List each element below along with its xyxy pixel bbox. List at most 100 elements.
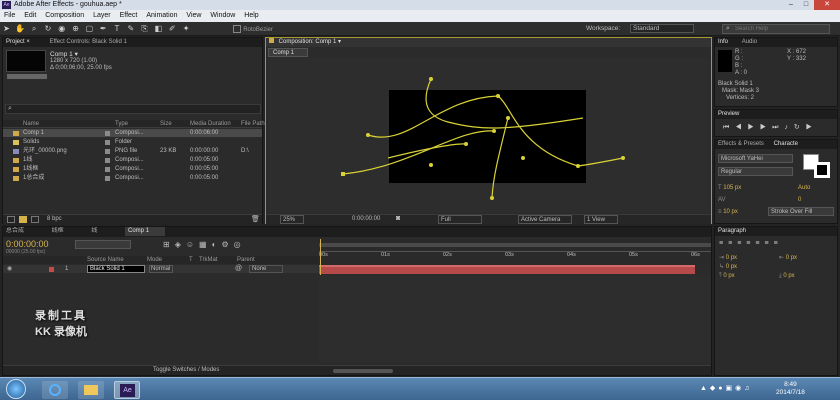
project-item[interactable]: 1线 Composi... 0:00:05:00 (3, 156, 262, 164)
loop-icon[interactable]: ↻ (794, 124, 806, 131)
col-mode[interactable]: Mode (147, 256, 162, 264)
layer-name[interactable]: Black Solid 1 (87, 265, 145, 273)
tab-timeline-comp1[interactable]: Comp 1 (125, 227, 166, 236)
tab-info[interactable]: Info (718, 39, 728, 45)
graph-editor-icon[interactable]: ◎ (234, 240, 246, 249)
mask-tool-icon[interactable]: ▢ (84, 23, 95, 34)
roto-brush-tool-icon[interactable]: ✐ (167, 23, 178, 34)
explorer-taskbar-icon[interactable] (78, 381, 104, 399)
mask-vertex[interactable] (429, 77, 433, 81)
brainstorm-icon[interactable]: ⚙ (221, 240, 233, 249)
camera-tool-icon[interactable]: ◉ (56, 23, 67, 34)
ram-preview-icon[interactable]: ▶ (806, 124, 818, 131)
comp-viewer[interactable] (268, 58, 709, 213)
play-icon[interactable]: ▶ (748, 124, 760, 131)
audio-icon[interactable]: ♪ (784, 124, 794, 131)
views-select[interactable]: 1 View (584, 215, 618, 224)
mask-vertex[interactable] (429, 163, 433, 167)
col-parent[interactable]: Parent (237, 256, 255, 264)
zoom-select[interactable]: 25% (280, 215, 304, 224)
menu-window[interactable]: Window (210, 12, 235, 19)
shy-icon[interactable]: ☺ (186, 240, 199, 249)
brush-tool-icon[interactable]: ✎ (125, 23, 136, 34)
align-right-icon[interactable]: ≡ (737, 240, 746, 247)
mask-vertex[interactable] (464, 142, 468, 146)
mask-vertex[interactable] (366, 133, 370, 137)
col-size[interactable]: Size (160, 120, 172, 128)
last-frame-icon[interactable]: ⏭ (772, 124, 784, 131)
col-trkmat[interactable]: TrkMat (199, 256, 217, 264)
snapshot-icon[interactable]: ◙ (396, 215, 400, 222)
tab-timeline-1[interactable]: 总合成 (6, 227, 50, 236)
eraser-tool-icon[interactable]: ◧ (153, 23, 164, 34)
mask-vertex[interactable] (341, 172, 345, 176)
justify-left-icon[interactable]: ≡ (746, 240, 755, 247)
timeline-search-input[interactable] (75, 240, 131, 249)
type-tool-icon[interactable]: T (112, 23, 123, 34)
toggle-switches-modes[interactable]: Toggle Switches / Modes (153, 367, 219, 373)
parent-select[interactable]: None (249, 265, 283, 273)
start-button-icon[interactable] (6, 379, 26, 399)
indent-first-value[interactable]: 0 px (726, 264, 737, 270)
align-center-icon[interactable]: ≡ (728, 240, 737, 247)
menu-layer[interactable]: Layer (93, 12, 111, 19)
menu-view[interactable]: View (186, 12, 201, 19)
puppet-tool-icon[interactable]: ✦ (181, 23, 192, 34)
mask-vertex[interactable] (621, 156, 625, 160)
align-left-icon[interactable]: ≡ (719, 240, 728, 247)
layer-mode-select[interactable]: Normal (149, 265, 173, 273)
menu-file[interactable]: File (4, 12, 15, 19)
minimize-icon[interactable]: – (784, 0, 798, 10)
col-path[interactable]: File Path (241, 120, 265, 128)
menu-animation[interactable]: Animation (146, 12, 177, 19)
menu-help[interactable]: Help (244, 12, 258, 19)
trash-icon[interactable]: 🗑 (251, 215, 260, 223)
menu-composition[interactable]: Composition (45, 12, 84, 19)
draft-3d-icon[interactable]: ◈ (175, 240, 186, 249)
ie-taskbar-icon[interactable] (42, 381, 68, 399)
indent-left-value[interactable]: 0 px (726, 255, 737, 261)
tab-audio[interactable]: Audio (742, 39, 757, 45)
project-item-label-color[interactable] (105, 140, 110, 145)
project-item-label-color[interactable] (105, 131, 110, 136)
camera-select[interactable]: Active Camera (518, 215, 572, 224)
tab-timeline-2[interactable]: 线框 (52, 227, 90, 236)
space-after-value[interactable]: 0 px (783, 273, 794, 279)
close-icon[interactable]: ✕ (814, 0, 840, 10)
time-ruler[interactable]: 00s 01s 02s 03s 04s 05s 06s (319, 239, 711, 265)
menu-edit[interactable]: Edit (24, 12, 36, 19)
prev-frame-icon[interactable]: ◀ (735, 124, 747, 131)
font-size-value[interactable]: 105 px (723, 185, 741, 191)
selection-tool-icon[interactable]: ➤ (1, 23, 12, 34)
justify-all-icon[interactable]: ≡ (774, 240, 783, 247)
mask-vertex[interactable] (576, 164, 580, 168)
project-item-label-color[interactable] (105, 167, 110, 172)
stroke-width-value[interactable]: 10 px (723, 209, 738, 215)
menu-effect[interactable]: Effect (120, 12, 138, 19)
project-search-input[interactable]: ⌕ (5, 104, 261, 114)
rotobezier-checkbox[interactable] (233, 25, 242, 34)
project-item[interactable]: 1总合成 Composi... 0:00:05:00 (3, 174, 262, 182)
tab-effects-presets[interactable]: Effects & Presets (718, 141, 764, 147)
layer-label-color[interactable] (49, 267, 54, 272)
motion-blur-icon[interactable]: ◐ (212, 240, 222, 249)
col-type[interactable]: Type (115, 120, 128, 128)
tab-paragraph[interactable]: Paragraph (718, 228, 746, 234)
maximize-icon[interactable]: □ (799, 0, 813, 10)
project-item-label-color[interactable] (105, 149, 110, 154)
next-frame-icon[interactable]: ▶ (760, 124, 772, 131)
indent-right-value[interactable]: 0 px (786, 255, 797, 261)
timeline-timecode[interactable]: 0:00:00:00 (6, 239, 49, 249)
project-item[interactable]: 1线框 Composi... 0:00:05:00 (3, 165, 262, 173)
new-comp-icon[interactable] (31, 216, 39, 223)
project-item-label-color[interactable] (105, 176, 110, 181)
zoom-slider[interactable] (333, 369, 393, 373)
col-source-name[interactable]: Source Name (87, 256, 124, 264)
project-item[interactable]: 光环_00000.png PNG file 23 KB 0:00:00:00 D:\ (3, 147, 262, 155)
system-tray-icons[interactable]: ▲◆●▣◉♫ (700, 384, 753, 392)
col-t[interactable]: T (189, 256, 193, 264)
pan-behind-tool-icon[interactable]: ⊕ (70, 23, 81, 34)
first-frame-icon[interactable]: ⏮ (723, 124, 735, 131)
mask-vertex[interactable] (492, 129, 496, 133)
project-item[interactable]: Solids Folder (3, 138, 262, 146)
